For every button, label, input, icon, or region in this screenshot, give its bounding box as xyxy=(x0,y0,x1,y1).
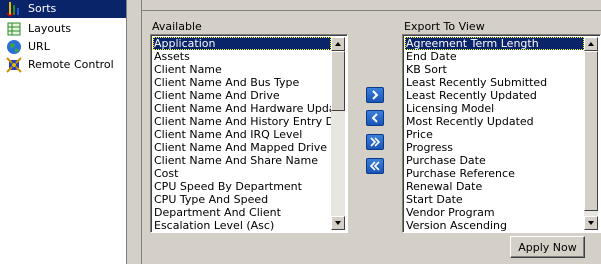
list-item[interactable]: Client Name And IRQ Level xyxy=(153,128,331,141)
list-item[interactable]: Client Name And Share Name xyxy=(153,154,331,167)
tree-item-layouts[interactable]: Layouts xyxy=(0,20,126,38)
move-right-button[interactable] xyxy=(366,87,384,103)
list-item[interactable]: KB Sort xyxy=(405,63,584,76)
globe-icon xyxy=(6,39,22,55)
list-item[interactable]: Application xyxy=(153,37,331,50)
chevron-up-icon xyxy=(588,42,594,46)
scroll-down-button[interactable] xyxy=(584,216,598,230)
list-item[interactable]: Client Name And Drive xyxy=(153,89,331,102)
export-label: Export To View xyxy=(404,20,485,33)
sort-icon xyxy=(6,1,22,18)
list-item[interactable]: Client Name And History Entry Date xyxy=(153,115,331,128)
available-list-rows: Application Assets Client Name Client Name … xyxy=(153,37,331,232)
available-label: Available xyxy=(152,20,202,33)
move-all-right-button[interactable] xyxy=(366,134,384,150)
list-item[interactable]: Version Ascending xyxy=(405,219,584,232)
scroll-up-button[interactable] xyxy=(584,37,598,51)
list-item[interactable]: Agreement Term Length xyxy=(405,37,584,50)
move-left-button[interactable] xyxy=(366,110,384,126)
list-item[interactable]: Client Name xyxy=(153,63,331,76)
tree-item-label: Layouts xyxy=(28,22,72,35)
list-item[interactable]: Client Name And Hardware Update Date xyxy=(153,102,331,115)
chevron-up-icon xyxy=(335,42,341,46)
splitter[interactable] xyxy=(127,0,142,264)
move-left-icon xyxy=(371,113,378,123)
scroll-down-button[interactable] xyxy=(331,216,345,230)
list-item[interactable]: CPU Speed By Department xyxy=(153,180,331,193)
chevron-down-icon xyxy=(335,221,341,225)
scroll-up-button[interactable] xyxy=(331,37,345,51)
export-list-rows: Agreement Term Length End Date KB Sort Leas… xyxy=(405,37,584,232)
remote-control-icon xyxy=(6,57,22,73)
list-item[interactable]: Cost xyxy=(153,167,331,180)
list-item[interactable]: Client Name And Mapped Drive Letter xyxy=(153,141,331,154)
tree-item-label: URL xyxy=(28,40,50,53)
panel-header-strip xyxy=(142,0,601,11)
list-item[interactable]: Licensing Model xyxy=(405,102,584,115)
list-item[interactable]: Progress xyxy=(405,141,584,154)
tree-item-label: Sorts xyxy=(28,2,57,15)
tree-item-url[interactable]: URL xyxy=(0,38,126,56)
list-item[interactable]: CPU Type And Speed xyxy=(153,193,331,206)
move-all-left-icon xyxy=(369,161,380,171)
list-item[interactable]: Client Name And Bus Type xyxy=(153,76,331,89)
list-item[interactable]: Price xyxy=(405,128,584,141)
export-scrollbar[interactable] xyxy=(584,37,598,230)
list-item[interactable]: Purchase Reference xyxy=(405,167,584,180)
list-item[interactable]: Renewal Date xyxy=(405,180,584,193)
list-item[interactable]: Most Recently Updated xyxy=(405,115,584,128)
list-item[interactable]: Escalation Level (Asc) xyxy=(153,219,331,232)
list-item[interactable]: Assets xyxy=(153,50,331,63)
move-right-icon xyxy=(372,90,379,100)
list-item[interactable]: End Date xyxy=(405,50,584,63)
tree-item-label: Remote Control xyxy=(28,58,114,71)
tree-item-remote-control[interactable]: Remote Control xyxy=(0,56,126,74)
export-listbox[interactable]: Agreement Term Length End Date KB Sort Leas… xyxy=(402,34,601,233)
scroll-thumb[interactable] xyxy=(584,51,598,211)
available-scrollbar[interactable] xyxy=(331,37,345,230)
apply-now-button[interactable]: Apply Now xyxy=(510,236,585,258)
available-listbox[interactable]: Application Assets Client Name Client Name … xyxy=(150,34,348,233)
list-item[interactable]: Least Recently Updated xyxy=(405,89,584,102)
move-all-right-icon xyxy=(370,137,381,147)
layouts-icon xyxy=(6,21,22,37)
scroll-thumb[interactable] xyxy=(331,51,345,111)
chevron-down-icon xyxy=(588,221,594,225)
list-item[interactable]: Department And Client xyxy=(153,206,331,219)
tree-item-sorts[interactable]: Sorts xyxy=(0,0,126,18)
list-item[interactable]: Least Recently Submitted xyxy=(405,76,584,89)
list-item[interactable]: Vendor Program xyxy=(405,206,584,219)
move-all-left-button[interactable] xyxy=(366,158,384,174)
list-item[interactable]: Purchase Date xyxy=(405,154,584,167)
list-item[interactable]: Start Date xyxy=(405,193,584,206)
navigation-tree: Sorts Layouts URL Remote Control xyxy=(0,0,127,264)
